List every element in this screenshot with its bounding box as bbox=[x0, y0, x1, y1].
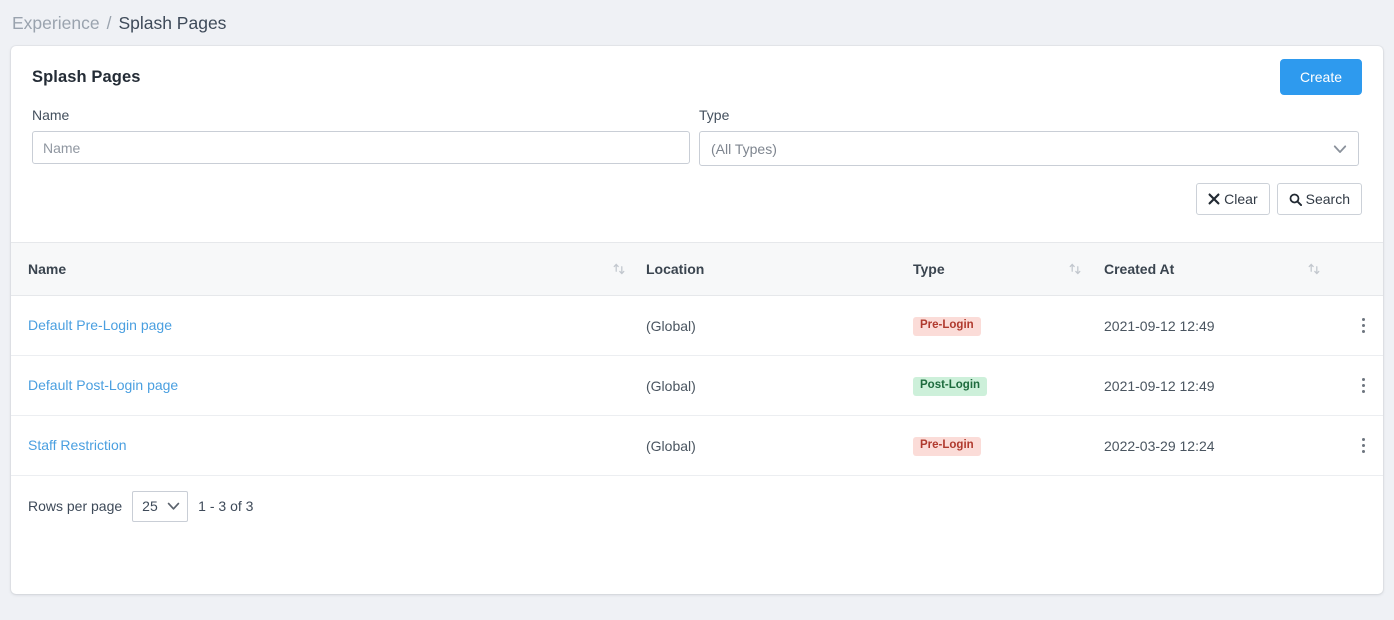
row-actions-menu-icon[interactable] bbox=[1358, 314, 1369, 337]
page-title: Splash Pages bbox=[32, 67, 141, 86]
rows-per-page-label: Rows per page bbox=[28, 498, 123, 514]
close-icon bbox=[1208, 193, 1220, 205]
row-actions-menu-icon[interactable] bbox=[1358, 374, 1369, 397]
type-filter-label: Type bbox=[699, 107, 730, 123]
column-header-created-at[interactable]: Created At bbox=[1094, 261, 1284, 277]
rows-per-page-value: 25 bbox=[142, 498, 158, 514]
table-header-row: Name Location Type Created At bbox=[11, 242, 1383, 296]
sort-toggle-type[interactable] bbox=[1056, 262, 1094, 276]
sort-toggle-name[interactable] bbox=[601, 262, 636, 276]
splash-pages-card: Splash Pages Create Name Type (All Types… bbox=[11, 46, 1383, 594]
status-badge: Post-Login bbox=[913, 377, 988, 396]
cell-type: Pre-Login bbox=[911, 435, 1056, 456]
rows-per-page-select[interactable]: 25 bbox=[132, 490, 189, 522]
sort-toggle-created-at[interactable] bbox=[1284, 262, 1344, 276]
table-row: Default Pre-Login page (Global) Pre-Logi… bbox=[11, 296, 1383, 356]
clear-button[interactable]: Clear bbox=[1196, 183, 1270, 215]
cell-type: Pre-Login bbox=[911, 315, 1056, 336]
cell-created-at: 2021-09-12 12:49 bbox=[1104, 377, 1215, 394]
chevron-down-icon bbox=[167, 502, 180, 510]
type-filter-select[interactable]: (All Types) bbox=[699, 131, 1359, 166]
column-header-name[interactable]: Name bbox=[11, 261, 601, 277]
cell-location: (Global) bbox=[646, 317, 696, 334]
filter-bar: Name Type (All Types) bbox=[11, 108, 1383, 166]
sort-icon bbox=[1308, 263, 1320, 275]
status-badge: Pre-Login bbox=[913, 317, 981, 336]
cell-type: Post-Login bbox=[911, 375, 1056, 396]
pagination-range: 1 - 3 of 3 bbox=[198, 498, 254, 514]
clear-button-label: Clear bbox=[1224, 191, 1258, 207]
search-icon bbox=[1289, 193, 1302, 206]
splash-pages-table: Name Location Type Created At Default Pr… bbox=[11, 242, 1383, 476]
status-badge: Pre-Login bbox=[913, 437, 981, 456]
breadcrumb-parent-link[interactable]: Experience bbox=[12, 13, 100, 34]
name-filter-field: Name bbox=[32, 108, 690, 166]
splash-page-link[interactable]: Staff Restriction bbox=[28, 437, 127, 453]
sort-icon bbox=[1069, 263, 1081, 275]
search-button-label: Search bbox=[1305, 191, 1350, 207]
splash-page-link[interactable]: Default Pre-Login page bbox=[28, 317, 172, 333]
cell-location: (Global) bbox=[646, 377, 696, 394]
create-button[interactable]: Create bbox=[1279, 58, 1362, 96]
splash-page-link[interactable]: Default Post-Login page bbox=[28, 377, 178, 393]
sort-icon bbox=[613, 263, 624, 275]
type-filter-selected-value: (All Types) bbox=[711, 140, 777, 157]
column-header-type[interactable]: Type bbox=[911, 261, 1056, 277]
table-footer: Rows per page 25 1 - 3 of 3 bbox=[11, 476, 1383, 536]
breadcrumb-separator: / bbox=[106, 12, 112, 33]
table-row: Default Post-Login page (Global) Post-Lo… bbox=[11, 356, 1383, 416]
filter-actions: Clear Search bbox=[11, 166, 1383, 215]
type-filter-field: Type (All Types) bbox=[699, 108, 1359, 166]
table-row: Staff Restriction (Global) Pre-Login 202… bbox=[11, 416, 1383, 476]
name-search-input[interactable] bbox=[32, 131, 690, 164]
breadcrumb-current: Splash Pages bbox=[118, 12, 227, 33]
cell-location: (Global) bbox=[646, 437, 696, 454]
column-header-location: Location bbox=[646, 261, 705, 277]
breadcrumb: Experience / Splash Pages bbox=[0, 0, 1394, 46]
cell-name: Default Post-Login page bbox=[11, 377, 601, 395]
search-button[interactable]: Search bbox=[1276, 183, 1362, 215]
card-header: Splash Pages Create bbox=[11, 46, 1383, 108]
cell-name: Default Pre-Login page bbox=[11, 317, 601, 335]
row-actions-menu-icon[interactable] bbox=[1358, 434, 1369, 457]
cell-created-at: 2022-03-29 12:24 bbox=[1104, 437, 1215, 454]
cell-created-at: 2021-09-12 12:49 bbox=[1104, 317, 1215, 334]
cell-name: Staff Restriction bbox=[11, 437, 601, 455]
name-filter-label: Name bbox=[32, 107, 70, 123]
